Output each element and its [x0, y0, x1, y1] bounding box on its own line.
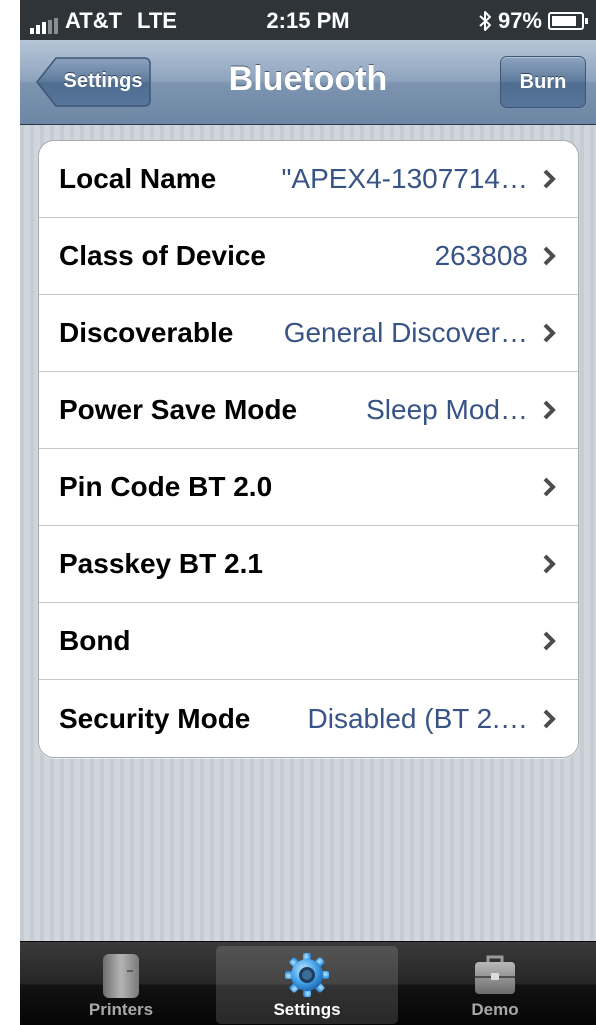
row-value: General Discover… — [283, 317, 528, 348]
tab-bar: Printers Settings Demo — [20, 941, 596, 1025]
row-label: Bond — [59, 625, 131, 656]
row-bond[interactable]: Bond — [39, 603, 578, 680]
chevron-right-icon — [543, 709, 556, 728]
settings-group: Local Name "APEX4-1307714… Class of Devi… — [38, 140, 579, 758]
row-security-mode[interactable]: Security Mode Disabled (BT 2.… — [39, 680, 578, 757]
row-value: Disabled (BT 2.… — [307, 702, 528, 734]
row-power-save-mode[interactable]: Power Save Mode Sleep Mod… — [39, 372, 578, 449]
row-label: Local Name — [59, 163, 217, 194]
chevron-right-icon — [543, 554, 556, 574]
bluetooth-icon — [479, 11, 491, 31]
navigation-bar: Settings Bluetooth Burn — [20, 40, 596, 125]
row-value: "APEX4-1307714… — [281, 163, 528, 194]
row-label: Discoverable — [59, 317, 234, 348]
briefcase-icon — [475, 955, 515, 994]
row-value: Sleep Mod… — [366, 394, 528, 425]
row-label: Passkey BT 2.1 — [59, 548, 263, 579]
chevron-right-icon — [543, 323, 556, 343]
tab-settings[interactable]: Settings — [216, 946, 398, 1024]
status-bar: AT&T LTE 2:15 PM 97% — [20, 0, 596, 40]
row-discoverable[interactable]: Discoverable General Discover… — [39, 295, 578, 372]
row-class-of-device[interactable]: Class of Device 263808 — [39, 218, 578, 295]
chevron-right-icon — [543, 246, 556, 266]
chevron-right-icon — [543, 477, 556, 497]
row-label: Pin Code BT 2.0 — [59, 471, 273, 502]
row-passkey[interactable]: Passkey BT 2.1 — [39, 526, 578, 603]
row-value: 263808 — [434, 240, 528, 271]
row-label: Class of Device — [59, 240, 266, 271]
chevron-right-icon — [543, 400, 556, 420]
tab-label: Demo — [471, 1000, 519, 1019]
tab-demo[interactable]: Demo — [404, 946, 586, 1024]
tab-label: Printers — [88, 1000, 154, 1019]
content-area: Local Name "APEX4-1307714… Class of Devi… — [20, 125, 596, 941]
status-right: 97% — [478, 8, 588, 34]
row-local-name[interactable]: Local Name "APEX4-1307714… — [39, 141, 578, 218]
row-label: Security Mode — [59, 702, 251, 734]
tab-printers[interactable]: Printers — [30, 946, 212, 1024]
printer-icon — [103, 954, 139, 998]
phone-screen: AT&T LTE 2:15 PM 97% Settings Bluetooth … — [0, 0, 596, 1025]
chevron-right-icon — [543, 631, 556, 651]
burn-button[interactable]: Burn — [500, 56, 586, 108]
row-label: Power Save Mode — [59, 394, 298, 425]
battery-percent: 97% — [497, 8, 542, 33]
gear-icon — [285, 953, 329, 997]
chevron-right-icon — [543, 169, 556, 189]
row-pin-code[interactable]: Pin Code BT 2.0 — [39, 449, 578, 526]
tab-label: Settings — [273, 1000, 341, 1019]
battery-icon — [548, 12, 588, 30]
